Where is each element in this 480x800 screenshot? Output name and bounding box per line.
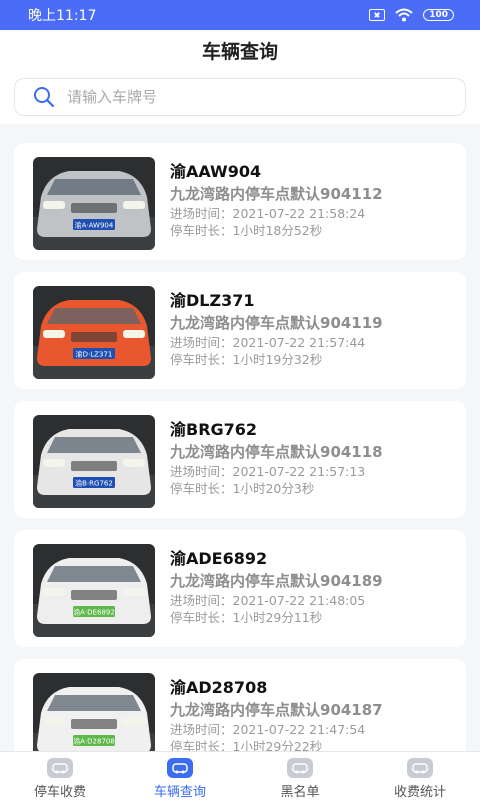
header: 车辆查询 xyxy=(0,30,480,124)
plate-number: 渝AD28708 xyxy=(170,678,268,697)
vehicle-card[interactable]: 渝A·AW904 渝AAW904 九龙湾路内停车点默认904112 进场时间：2021… xyxy=(14,143,466,260)
blacklist-icon xyxy=(287,758,313,778)
tab-parking-fee[interactable]: 停车收费 xyxy=(0,752,120,800)
search-box[interactable] xyxy=(14,78,466,116)
vehicle-card[interactable]: 渝A·DE6892 渝ADE6892 九龙湾路内停车点默认904189 进场时间：20… xyxy=(14,530,466,647)
svg-text:渝A·AW904: 渝A·AW904 xyxy=(75,221,114,230)
car-search-icon xyxy=(167,758,193,778)
entry-time: 进场时间：2021-07-22 21:57:44 xyxy=(170,335,366,350)
vehicle-card[interactable]: 渝D·LZ371 渝DLZ371 九龙湾路内停车点默认904119 进场时间：2021… xyxy=(14,272,466,389)
status-icons: 100 xyxy=(369,8,454,22)
svg-text:渝A·D28708: 渝A·D28708 xyxy=(73,737,115,746)
vehicle-info: 渝AAW904 九龙湾路内停车点默认904112 进场时间：2021-07-22 2… xyxy=(170,161,383,239)
entry-time: 进场时间：2021-07-22 21:57:13 xyxy=(170,464,366,479)
no-sim-icon xyxy=(369,9,386,21)
svg-text:渝D·LZ371: 渝D·LZ371 xyxy=(76,350,113,359)
tab-label: 车辆查询 xyxy=(153,785,206,800)
wifi-icon xyxy=(395,8,413,22)
tab-statistics[interactable]: 收费统计 xyxy=(360,752,480,800)
vehicle-list: 渝A·AW904 渝AAW904 九龙湾路内停车点默认904112 进场时间：2021… xyxy=(14,143,466,788)
car-thumbnail[interactable]: 渝A·DE6892 xyxy=(33,544,155,637)
parking-duration: 停车时长：1小时19分32秒 xyxy=(170,352,323,367)
car-thumbnail[interactable]: 渝B·RG762 xyxy=(33,415,155,508)
entry-time: 进场时间：2021-07-22 21:48:05 xyxy=(170,593,366,608)
vehicle-info: 渝AD28708 九龙湾路内停车点默认904187 进场时间：2021-07-22 … xyxy=(170,677,383,755)
page-title: 车辆查询 xyxy=(201,41,278,63)
tab-label: 黑名单 xyxy=(280,785,320,800)
parking-fee-icon xyxy=(47,758,73,778)
tab-blacklist[interactable]: 黑名单 xyxy=(240,752,360,800)
tab-car-search[interactable]: 车辆查询 xyxy=(120,752,240,800)
vehicle-info: 渝ADE6892 九龙湾路内停车点默认904189 进场时间：2021-07-22 … xyxy=(170,548,383,626)
svg-text:渝A·DE6892: 渝A·DE6892 xyxy=(73,608,115,617)
car-photo: 渝A·AW904 xyxy=(33,157,155,250)
status-bar: 晚上11:17 100 xyxy=(0,0,480,30)
parking-duration: 停车时长：1小时18分52秒 xyxy=(170,223,323,238)
vehicle-card[interactable]: 渝B·RG762 渝BRG762 九龙湾路内停车点默认904118 进场时间：2021… xyxy=(14,401,466,518)
parking-location: 九龙湾路内停车点默认904119 xyxy=(170,314,383,332)
vehicle-info: 渝DLZ371 九龙湾路内停车点默认904119 进场时间：2021-07-22 2… xyxy=(170,290,383,368)
entry-time: 进场时间：2021-07-22 21:58:24 xyxy=(170,206,366,221)
parking-location: 九龙湾路内停车点默认904112 xyxy=(170,185,383,203)
parking-duration: 停车时长：1小时20分3秒 xyxy=(170,481,315,496)
car-photo: 渝A·DE6892 xyxy=(33,544,155,637)
car-thumbnail[interactable]: 渝A·AW904 xyxy=(33,157,155,250)
parking-location: 九龙湾路内停车点默认904189 xyxy=(170,572,383,590)
status-time: 晚上11:17 xyxy=(28,8,97,24)
entry-time: 进场时间：2021-07-22 21:47:54 xyxy=(170,722,366,737)
car-thumbnail[interactable]: 渝D·LZ371 xyxy=(33,286,155,379)
tab-label: 停车收费 xyxy=(33,785,86,800)
search-icon xyxy=(34,87,55,108)
tab-bar: 停车收费 车辆查询 黑名单 收费统计 xyxy=(0,751,480,800)
svg-text:渝B·RG762: 渝B·RG762 xyxy=(75,479,113,488)
car-photo: 渝B·RG762 xyxy=(33,415,155,508)
statistics-icon xyxy=(407,758,433,778)
parking-location: 九龙湾路内停车点默认904187 xyxy=(170,701,383,719)
plate-number: 渝ADE6892 xyxy=(170,549,268,568)
vehicle-info: 渝BRG762 九龙湾路内停车点默认904118 进场时间：2021-07-22 2… xyxy=(170,419,383,497)
plate-number: 渝DLZ371 xyxy=(170,291,255,310)
tab-label: 收费统计 xyxy=(393,785,446,800)
plate-number: 渝AAW904 xyxy=(170,162,262,181)
battery-icon: 100 xyxy=(423,9,454,21)
parking-location: 九龙湾路内停车点默认904118 xyxy=(170,443,383,461)
search-input[interactable] xyxy=(67,88,427,106)
parking-duration: 停车时长：1小时29分11秒 xyxy=(170,610,323,625)
car-photo: 渝D·LZ371 xyxy=(33,286,155,379)
plate-number: 渝BRG762 xyxy=(170,420,258,439)
